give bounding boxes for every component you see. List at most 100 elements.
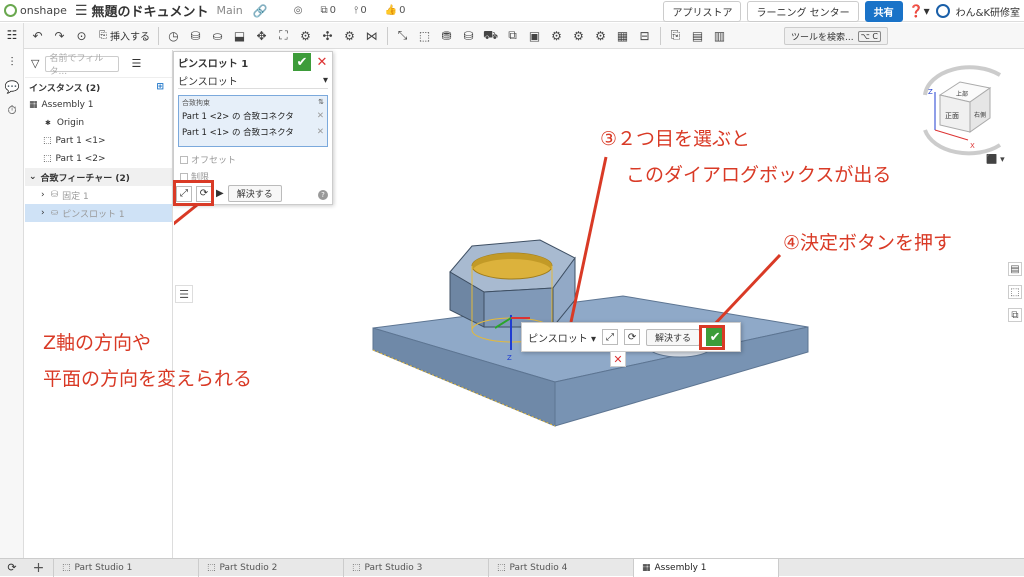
- mate-values-icon[interactable]: ⫶: [5, 55, 19, 69]
- list-view-icon[interactable]: ☰: [131, 57, 141, 70]
- help-icon[interactable]: ❓▾: [909, 4, 930, 18]
- replicate-icon[interactable]: ⛃: [439, 28, 454, 43]
- mini-solve-button[interactable]: 解決する: [646, 328, 701, 346]
- remove-icon[interactable]: ✕: [317, 127, 324, 137]
- play-icon[interactable]: ▶: [216, 188, 224, 199]
- onshape-logo[interactable]: onshape: [4, 4, 67, 17]
- tab-part-studio-4[interactable]: ⬚ Part Studio 4: [489, 558, 634, 577]
- feature-icon[interactable]: ◷: [166, 28, 181, 43]
- filter-icon[interactable]: ▽: [31, 57, 39, 70]
- section-icon[interactable]: ▣: [527, 28, 542, 43]
- instances-header[interactable]: インスタンス (2) ⊞: [25, 78, 172, 96]
- menu-icon[interactable]: ☰: [75, 3, 88, 19]
- add-instance-icon[interactable]: ⊞: [156, 82, 164, 92]
- tab-part-studio-3[interactable]: ⬚ Part Studio 3: [344, 558, 489, 577]
- mate-type-select[interactable]: ピンスロット ▾: [178, 73, 328, 89]
- mate-connectors-label: 合致拘束: [182, 99, 210, 107]
- learning-center-button[interactable]: ラーニング センター: [747, 0, 859, 22]
- comments-icon[interactable]: 💬: [5, 80, 20, 94]
- gear-relation-icon[interactable]: ⚙: [571, 28, 586, 43]
- feature-list-icon[interactable]: ☷: [5, 28, 19, 42]
- ball-mate-icon[interactable]: ✣: [320, 28, 335, 43]
- display-state-icon[interactable]: ▤: [690, 28, 705, 43]
- timer-icon[interactable]: ⏱: [5, 103, 19, 117]
- mate-features-header[interactable]: ⌄ 合致フィーチャー (2): [25, 168, 172, 186]
- screw-icon[interactable]: ▦: [615, 28, 630, 43]
- add-tab-button[interactable]: +: [24, 558, 54, 577]
- avatar[interactable]: [935, 4, 950, 18]
- tree-item-part1-1[interactable]: ⬚ Part 1 <1>: [25, 132, 172, 150]
- mate-connector-item[interactable]: Part 1 <2> の 合致コネクタ ✕: [182, 108, 324, 124]
- parallel-mate-icon[interactable]: ⚙: [342, 28, 357, 43]
- cylindrical-mate-icon[interactable]: ⛶: [276, 28, 291, 43]
- view-options-dropdown[interactable]: ⬛ ▾: [986, 155, 1005, 165]
- tree-item-label: Origin: [56, 118, 85, 128]
- undo-icon[interactable]: ↶: [30, 28, 45, 43]
- slider-mate-icon[interactable]: ⬓: [232, 28, 247, 43]
- mate-connectors-box[interactable]: 合致拘束 ⇅ Part 1 <2> の 合致コネクタ ✕ Part 1 <1> …: [178, 95, 328, 147]
- like-stat[interactable]: 👍 0: [385, 5, 406, 16]
- mate-connector-item[interactable]: Part 1 <1> の 合致コネクタ ✕: [182, 124, 324, 140]
- filter-input[interactable]: 名前でフィルタ...: [45, 54, 120, 77]
- help-icon[interactable]: ?: [318, 190, 328, 200]
- insert-button[interactable]: ⎘ 挿入する: [99, 28, 150, 43]
- appearance-panel-icon[interactable]: ▤: [1008, 262, 1022, 276]
- pattern-icon[interactable]: ⛁: [461, 28, 476, 43]
- planar-mate-icon[interactable]: ✥: [254, 28, 269, 43]
- tree-item-label: Assembly 1: [41, 100, 94, 110]
- cancel-button[interactable]: ✕: [315, 53, 329, 71]
- group-icon[interactable]: ⬚: [417, 28, 432, 43]
- explode-icon[interactable]: ⧉: [505, 28, 520, 43]
- tree-item-pin-slot[interactable]: › ⛀ ピンスロット 1: [25, 204, 172, 222]
- offset-checkbox[interactable]: オフセット: [180, 153, 332, 166]
- pin-slot-mate-icon[interactable]: ⚙: [298, 28, 313, 43]
- globe-stat[interactable]: ◎: [294, 5, 303, 16]
- linear-icon[interactable]: ⊟: [637, 28, 652, 43]
- flip-primary-axis-icon[interactable]: ⤢: [602, 329, 619, 345]
- annotation-highlight-flip: [173, 180, 214, 206]
- tab-part-studio-2[interactable]: ⬚ Part Studio 2: [199, 558, 344, 577]
- replace-icon[interactable]: ⎘: [668, 28, 683, 43]
- tree-item-fastened[interactable]: › ⛁ 固定 1: [25, 186, 172, 204]
- reorient-secondary-axis-icon[interactable]: ⟳: [624, 329, 641, 345]
- link-icon[interactable]: 🔗: [253, 4, 268, 18]
- share-button[interactable]: 共有: [864, 0, 903, 22]
- bom-icon[interactable]: ▥: [712, 28, 727, 43]
- pin-stat[interactable]: ⫯ 0: [354, 5, 367, 16]
- solve-button[interactable]: 解決する: [227, 185, 282, 202]
- tangent-mate-icon[interactable]: ⋈: [364, 28, 379, 43]
- swap-icon[interactable]: ⇅: [318, 98, 324, 108]
- app-store-button[interactable]: アプリストア: [663, 0, 742, 22]
- revolute-mate-icon[interactable]: ⛀: [210, 28, 225, 43]
- ok-button[interactable]: ✔: [293, 53, 311, 71]
- document-title[interactable]: 無題のドキュメント: [91, 1, 208, 20]
- tab-manager-icon[interactable]: ⟳: [0, 561, 24, 574]
- tree-item-part1-2[interactable]: ⬚ Part 1 <2>: [25, 150, 172, 168]
- mini-cancel-button[interactable]: ✕: [610, 351, 626, 367]
- mates-panel-icon[interactable]: ⧉: [1008, 308, 1022, 322]
- annotation-line-dialog: [569, 156, 608, 323]
- fastened-mate-icon[interactable]: ⛁: [188, 28, 203, 43]
- tab-assembly-1[interactable]: ▦ Assembly 1: [634, 558, 779, 577]
- mate-connector-icon[interactable]: ⤡: [395, 28, 410, 43]
- tree-item-assembly[interactable]: ▦ Assembly 1: [25, 96, 172, 114]
- redo-icon[interactable]: ↷: [52, 28, 67, 43]
- branch-label[interactable]: Main: [216, 4, 242, 17]
- tree-item-origin[interactable]: ✱ Origin: [25, 114, 172, 132]
- assembly-icon[interactable]: ⛟: [483, 28, 498, 43]
- parts-panel-icon[interactable]: ⬚: [1008, 285, 1022, 299]
- history-icon[interactable]: ⊙: [74, 28, 89, 43]
- view-cube[interactable]: 上部 正面 右側 Z X: [923, 65, 1002, 156]
- feature-list-toggle-icon[interactable]: ☰: [175, 285, 193, 303]
- toolbar: ↶ ↷ ⊙ ⎘ 挿入する ◷ ⛁ ⛀ ⬓ ✥ ⛶ ⚙ ✣ ⚙ ⋈ ⤡ ⬚ ⛃ ⛁ …: [0, 23, 1024, 49]
- tool-search-button[interactable]: ツールを検索... ⌥ C: [784, 27, 888, 45]
- relations-icon[interactable]: ⚙: [549, 28, 564, 43]
- rack-pinion-icon[interactable]: ⚙: [593, 28, 608, 43]
- insert-label: 挿入する: [110, 32, 150, 43]
- mate-connectors-label-row: 合致拘束 ⇅: [182, 98, 324, 108]
- mini-mate-type[interactable]: ピンスロット ▾: [528, 330, 596, 345]
- remove-icon[interactable]: ✕: [317, 111, 324, 121]
- copy-stat[interactable]: ⧉ 0: [320, 5, 336, 16]
- tab-part-studio-1[interactable]: ⬚ Part Studio 1: [54, 558, 199, 577]
- user-name[interactable]: わん&K研修室: [956, 4, 1020, 19]
